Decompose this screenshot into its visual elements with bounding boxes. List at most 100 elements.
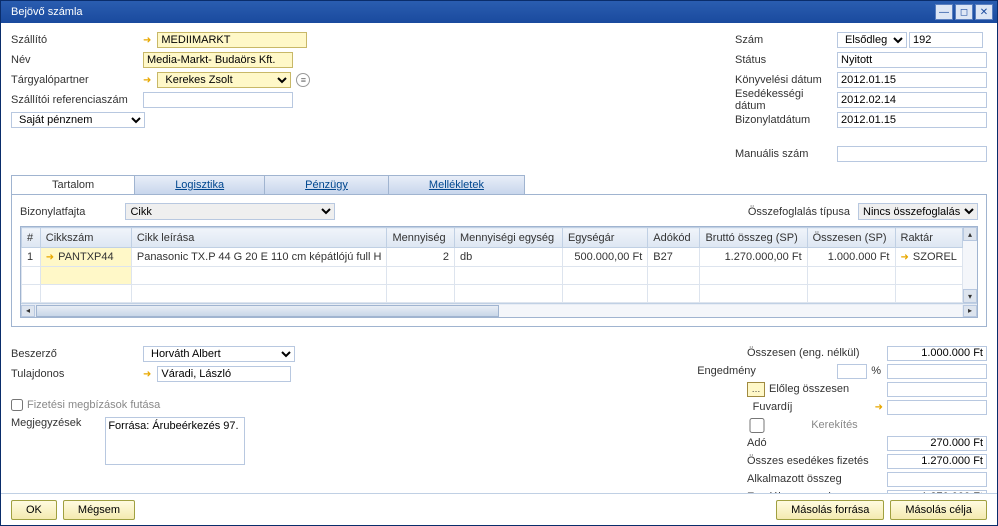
- ok-button[interactable]: OK: [11, 500, 57, 520]
- cell-price[interactable]: 500.000,00 Ft: [562, 248, 647, 267]
- tab-strip: Tartalom Logisztika Pénzügy Mellékletek: [11, 175, 987, 195]
- line-grid: # Cikkszám Cikk leírása Mennyiség Mennyi…: [20, 226, 978, 318]
- owner-input[interactable]: [157, 366, 291, 382]
- col-item[interactable]: Cikkszám: [40, 228, 131, 248]
- scroll-down-icon[interactable]: ▾: [963, 289, 977, 303]
- vendor-ref-input[interactable]: [143, 92, 293, 108]
- cell-item[interactable]: ➜PANTXP44: [40, 248, 131, 267]
- downpayment-field[interactable]: [887, 382, 987, 397]
- cell-total[interactable]: 1.000.000 Ft: [807, 248, 895, 267]
- tab-contents[interactable]: Tartalom: [11, 175, 135, 194]
- tax-field: [887, 436, 987, 451]
- scroll-right-icon[interactable]: ▸: [963, 305, 977, 317]
- series-select[interactable]: Elsődleg: [837, 32, 907, 48]
- col-gross[interactable]: Bruttó összeg (SP): [700, 228, 807, 248]
- tab-contents-body: Bizonylatfajta Cikk Összefoglalás típusa…: [11, 195, 987, 327]
- discount-label: Engedmény: [697, 365, 837, 377]
- contact-link-icon[interactable]: ➜: [143, 75, 151, 86]
- cell-gross[interactable]: 1.270.000,00 Ft: [700, 248, 807, 267]
- owner-link-icon[interactable]: ➜: [143, 369, 151, 380]
- owner-label: Tulajdonos: [11, 368, 141, 380]
- col-qty[interactable]: Mennyiség: [387, 228, 455, 248]
- vendor-label: Szállító: [11, 34, 141, 46]
- table-row[interactable]: [22, 285, 963, 303]
- buyer-select[interactable]: Horváth Albert: [143, 346, 295, 362]
- summary-label: Összefoglalás típusa: [748, 206, 850, 218]
- downpayment-button[interactable]: …: [747, 382, 765, 397]
- cell-uom[interactable]: db: [455, 248, 563, 267]
- table-row[interactable]: [22, 267, 963, 285]
- col-total[interactable]: Összesen (SP): [807, 228, 895, 248]
- posting-date-label: Könyvelési dátum: [735, 74, 835, 86]
- contact-select[interactable]: Kerekes Zsolt: [157, 72, 291, 88]
- cell-tax[interactable]: B27: [648, 248, 700, 267]
- tab-accounting[interactable]: Pénzügy: [264, 175, 389, 194]
- vendor-name-input[interactable]: [143, 52, 293, 68]
- item-link-icon[interactable]: ➜: [46, 252, 54, 263]
- subtotal-field: [887, 346, 987, 361]
- due-date-label: Esedékességi dátum: [735, 88, 835, 112]
- docnum-label: Szám: [735, 34, 835, 46]
- whs-link-icon[interactable]: ➜: [901, 252, 909, 263]
- buyer-label: Beszerző: [11, 348, 141, 360]
- manual-num-label: Manuális szám: [735, 148, 835, 160]
- copy-from-button[interactable]: Másolás forrása: [776, 500, 884, 520]
- tab-attachments[interactable]: Mellékletek: [388, 175, 525, 194]
- currency-select[interactable]: Saját pénznem: [11, 112, 145, 128]
- header-left: Szállító ➜ Név Tárgyalópartner ➜ Kerekes…: [11, 31, 310, 163]
- freight-link-icon[interactable]: ➜: [875, 402, 883, 413]
- grid-hscroll[interactable]: ◂ ▸: [21, 303, 977, 317]
- copy-to-button[interactable]: Másolás célja: [890, 500, 987, 520]
- doctype-select[interactable]: Cikk: [125, 203, 335, 220]
- hscroll-thumb[interactable]: [36, 305, 499, 317]
- doc-date-input[interactable]: [837, 112, 987, 128]
- scroll-left-icon[interactable]: ◂: [21, 305, 35, 317]
- col-price[interactable]: Egységár: [562, 228, 647, 248]
- applied-field[interactable]: [887, 472, 987, 487]
- cell-index: 1: [22, 248, 41, 267]
- cancel-button[interactable]: Mégsem: [63, 500, 135, 520]
- applied-label: Alkalmazott összeg: [747, 473, 887, 485]
- status-label: Státus: [735, 54, 835, 66]
- grid-vscroll[interactable]: ▴ ▾: [963, 227, 977, 303]
- summary-select[interactable]: Nincs összefoglalás: [858, 203, 978, 220]
- cell-whs[interactable]: ➜SZOREL: [895, 248, 963, 267]
- contact-details-button[interactable]: ≡: [296, 73, 310, 87]
- freight-field[interactable]: [887, 400, 987, 415]
- remarks-label: Megjegyzések: [11, 417, 81, 465]
- remarks-textarea[interactable]: Forrása: Árubeérkezés 97.: [105, 417, 245, 465]
- close-button[interactable]: ✕: [975, 4, 993, 20]
- subtotal-label: Összesen (eng. nélkül): [747, 347, 887, 359]
- vendor-link-icon[interactable]: ➜: [143, 35, 151, 46]
- totals-section: Összesen (eng. nélkül) Engedmény % … Elő…: [697, 345, 987, 493]
- scroll-up-icon[interactable]: ▴: [963, 227, 977, 241]
- due-date-input[interactable]: [837, 92, 987, 108]
- vendor-code-input[interactable]: [157, 32, 307, 48]
- col-uom[interactable]: Mennyiségi egység: [455, 228, 563, 248]
- col-whs[interactable]: Raktár: [895, 228, 963, 248]
- minimize-button[interactable]: —: [935, 4, 953, 20]
- docnum-input[interactable]: [909, 32, 983, 48]
- posting-date-input[interactable]: [837, 72, 987, 88]
- col-desc[interactable]: Cikk leírása: [131, 228, 387, 248]
- col-index[interactable]: #: [22, 228, 41, 248]
- payment-wizard-checkbox[interactable]: [11, 399, 23, 411]
- tab-logistics[interactable]: Logisztika: [134, 175, 265, 194]
- doctype-label: Bizonylatfajta: [20, 206, 85, 218]
- cell-qty[interactable]: 2: [387, 248, 455, 267]
- total-due-field: [887, 454, 987, 469]
- cell-desc[interactable]: Panasonic TX.P 44 G 20 E 110 cm képátlój…: [131, 248, 387, 267]
- discount-amount-field[interactable]: [887, 364, 987, 379]
- ap-invoice-window: Bejövő számla — ◻ ✕ Szállító ➜ Név Tárg: [0, 0, 998, 526]
- rounding-label: Kerekítés: [811, 419, 857, 431]
- table-row[interactable]: 1 ➜PANTXP44 Panasonic TX.P 44 G 20 E 110…: [22, 248, 963, 267]
- tax-label: Adó: [747, 437, 887, 449]
- titlebar: Bejövő számla — ◻ ✕: [1, 1, 997, 23]
- col-tax[interactable]: Adókód: [648, 228, 700, 248]
- manual-num-input[interactable]: [837, 146, 987, 162]
- rounding-checkbox[interactable]: [707, 418, 807, 433]
- pct-symbol: %: [871, 365, 881, 377]
- freight-label: Fuvardíj: [753, 401, 875, 413]
- maximize-button[interactable]: ◻: [955, 4, 973, 20]
- discount-pct-input[interactable]: [837, 364, 867, 379]
